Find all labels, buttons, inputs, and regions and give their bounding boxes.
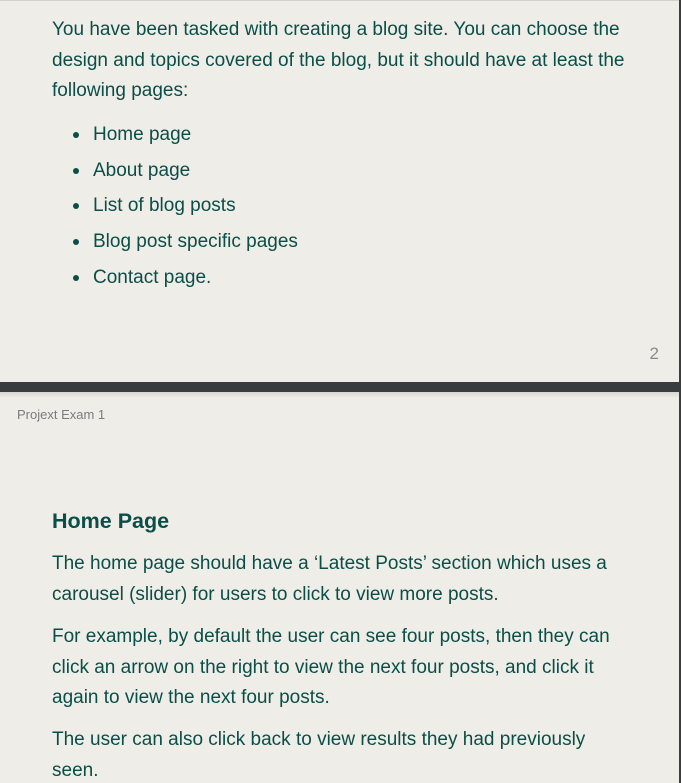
bullet-icon xyxy=(73,167,79,174)
list-item-label: Home page xyxy=(93,124,192,145)
page-edge-shadow xyxy=(0,392,679,398)
section-heading: Home Page xyxy=(52,509,170,533)
page-number: 2 xyxy=(649,344,659,363)
home-page-paragraph-1: The home page should have a ‘Latest Post… xyxy=(52,553,607,605)
list-item-label: Blog post specific pages xyxy=(93,231,298,253)
list-item: Blog post specific pages xyxy=(73,224,298,260)
document-page-2: You have been tasked with creating a blo… xyxy=(0,0,679,382)
intro-paragraph: You have been tasked with creating a blo… xyxy=(52,19,625,101)
list-item-label: About page xyxy=(93,159,191,181)
list-item-label: List of blog posts xyxy=(93,195,236,217)
document-page-3: Projext Exam 1 Home Page The home page s… xyxy=(0,392,679,783)
list-item: Home page xyxy=(73,117,298,153)
list-item: List of blog posts xyxy=(73,188,298,224)
list-item: About page xyxy=(73,153,298,189)
list-item: Contact page. xyxy=(73,260,298,296)
list-item-label: Contact page. xyxy=(93,266,212,288)
required-pages-list: Home page About page List of blog posts … xyxy=(52,117,298,295)
bullet-icon xyxy=(73,203,79,210)
bullet-icon xyxy=(73,239,79,246)
bullet-icon xyxy=(73,132,79,138)
home-page-paragraph-2: For example, by default the user can see… xyxy=(52,626,610,708)
home-page-paragraph-3: The user can also click back to view res… xyxy=(52,729,586,781)
bullet-icon xyxy=(73,274,79,281)
running-header: Projext Exam 1 xyxy=(17,407,106,422)
